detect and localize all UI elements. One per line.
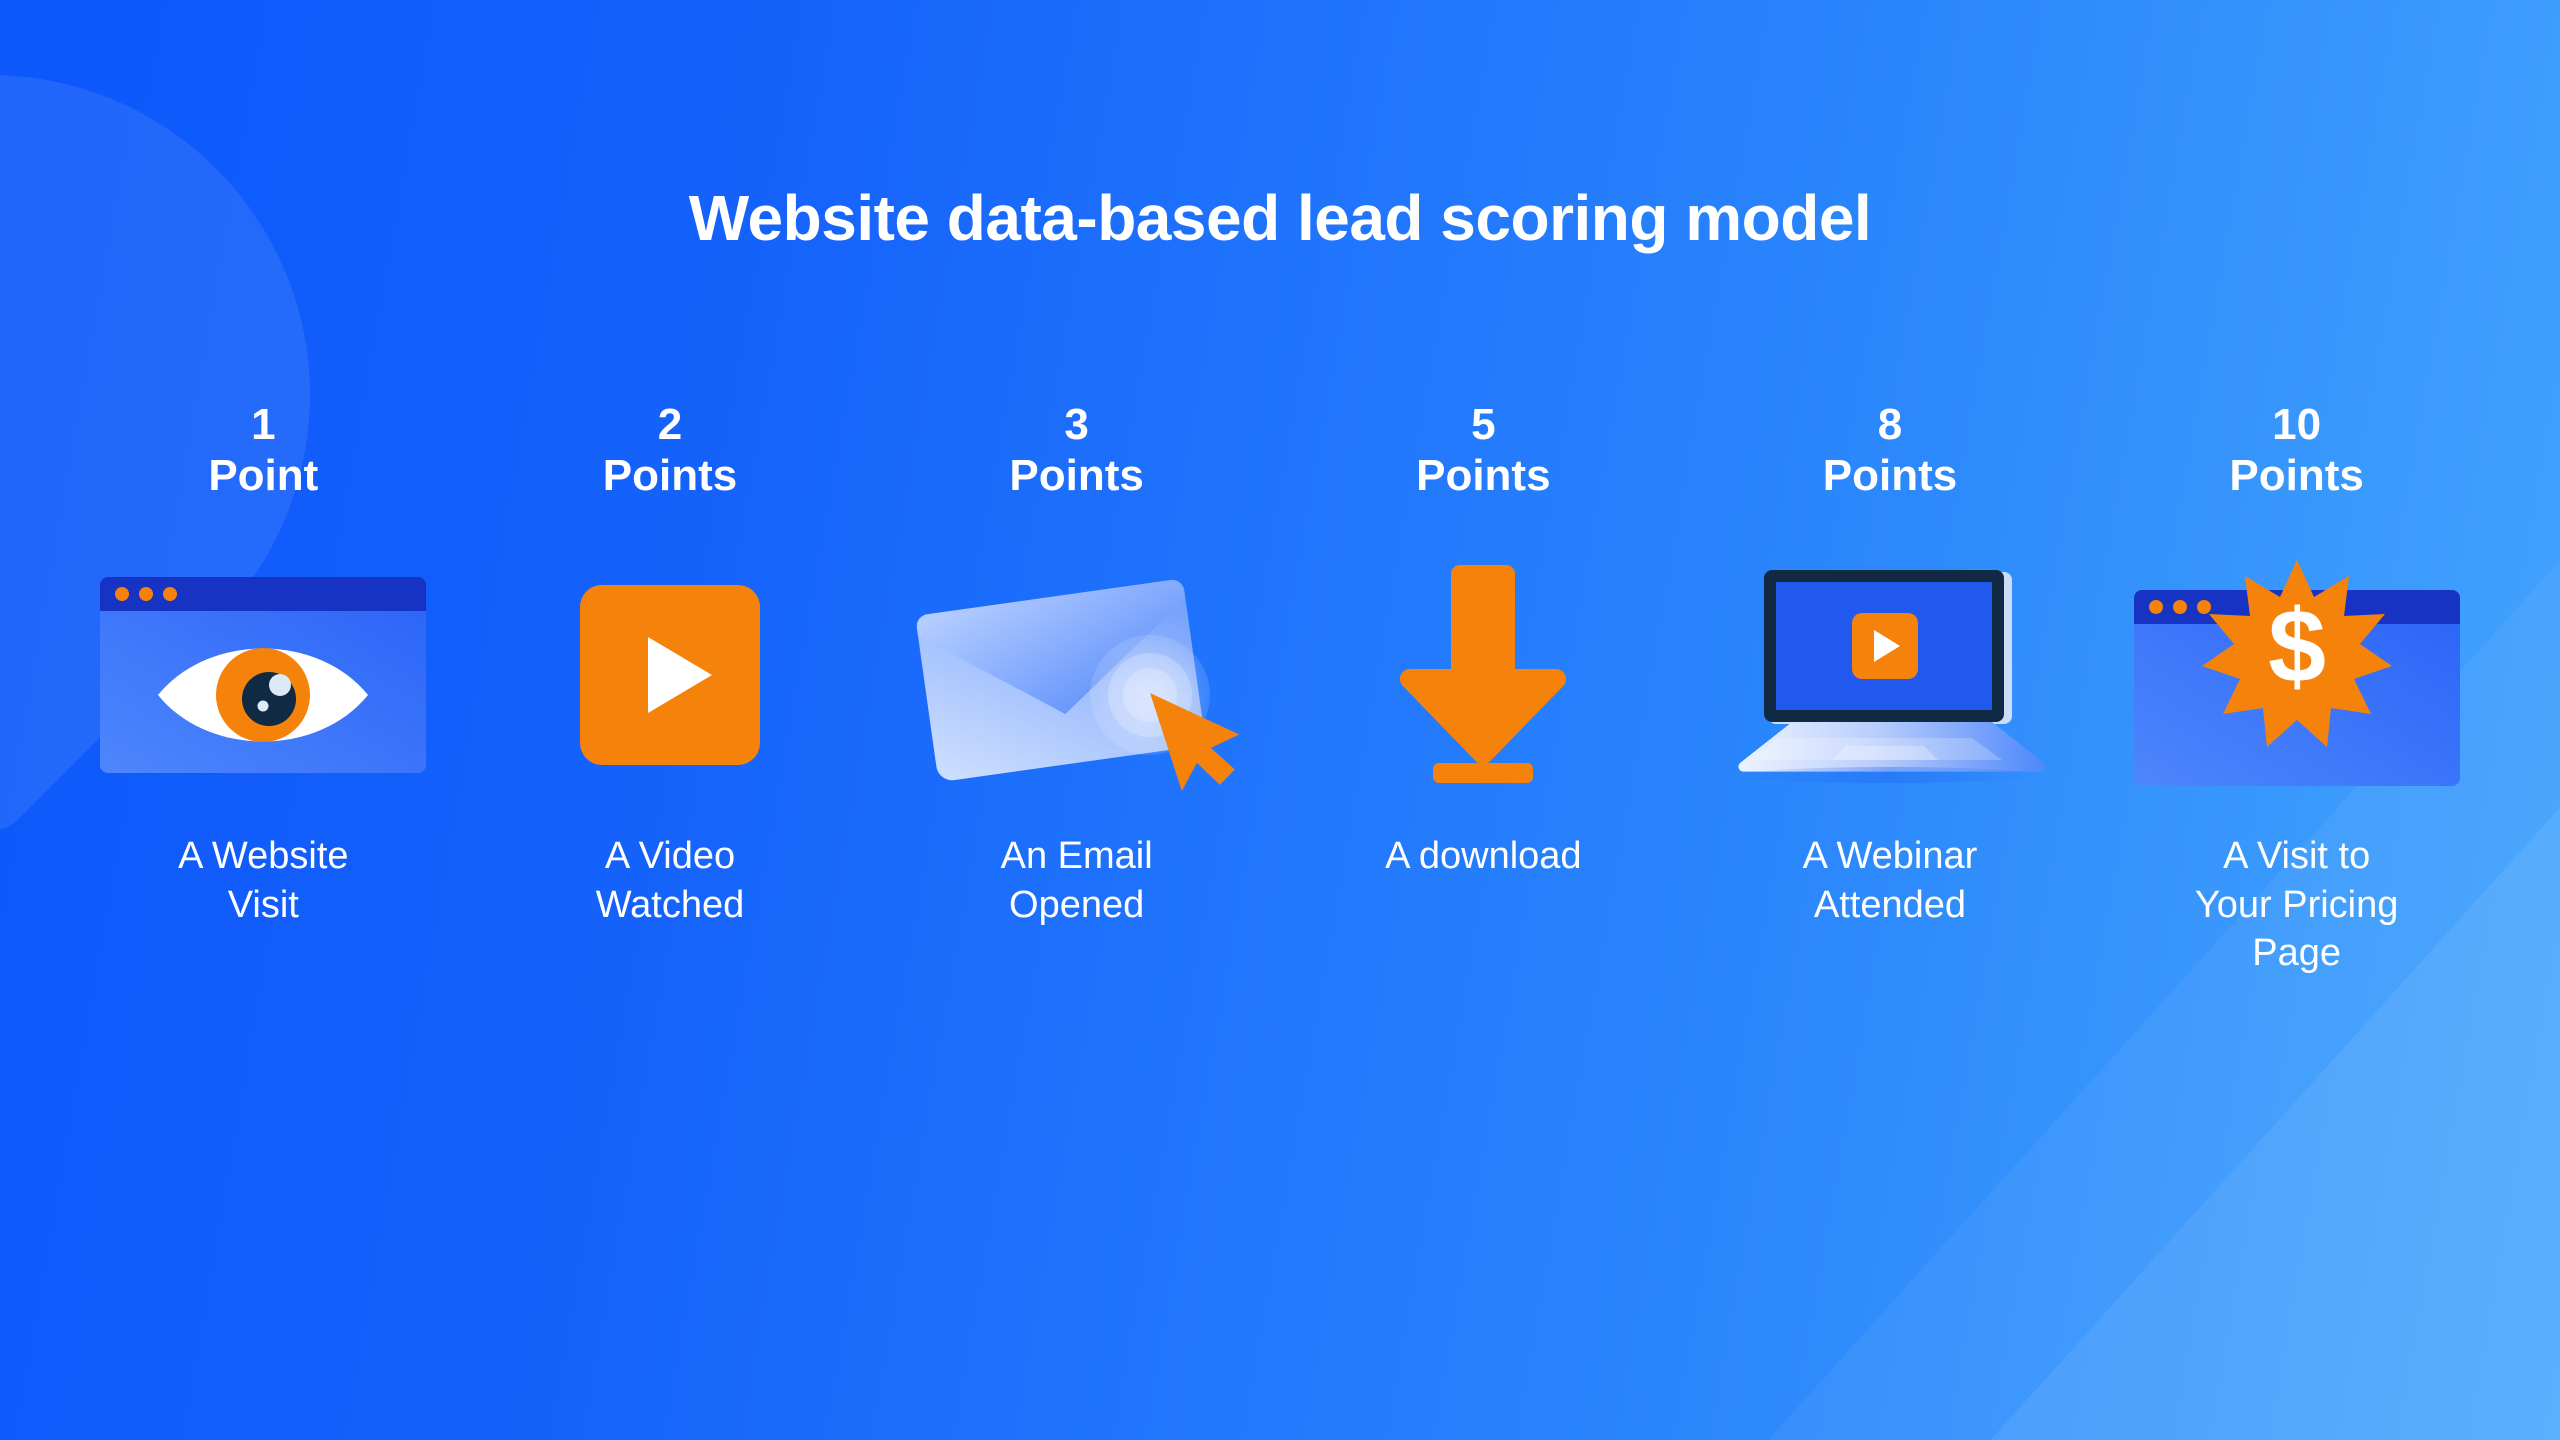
scoring-column-website-visit: 1 Point A Website Visit — [60, 400, 467, 978]
activity-caption: An Email Opened — [1000, 835, 1153, 926]
play-button-icon — [579, 585, 760, 765]
points-number: 10 — [2272, 400, 2322, 449]
points-badge: 8 Points — [1823, 400, 1957, 530]
infographic-canvas: Website data-based lead scoring model 1 … — [0, 0, 2560, 1440]
points-number: 3 — [1064, 400, 1089, 449]
points-number: 1 — [251, 400, 276, 449]
envelope-click-icon — [916, 579, 1239, 791]
points-label: Points — [1822, 450, 1958, 500]
points-label: Point — [208, 450, 319, 500]
activity-caption: A Visit to Your Pricing Page — [2194, 835, 2399, 975]
scoring-column-pricing-page-visit: 10 Points $ A Visit to Your Pricing Page — [2093, 400, 2500, 978]
activity-caption: A download — [1385, 835, 1582, 877]
icon-stage — [1687, 530, 2094, 820]
svg-text:$: $ — [2268, 589, 2326, 705]
icon-stage — [60, 530, 467, 820]
points-badge: 1 Point — [208, 400, 318, 530]
page-title: Website data-based lead scoring model — [688, 182, 1872, 254]
points-label: Points — [1416, 450, 1551, 500]
points-badge: 10 Points — [2229, 400, 2363, 530]
icon-stage — [467, 530, 874, 820]
scoring-column-webinar-attended: 8 Points A Webinar Attended — [1687, 400, 2094, 978]
browser-dollar-burst-icon: $ — [2133, 560, 2460, 786]
icon-stage: $ — [2093, 530, 2500, 820]
download-arrow-icon — [1400, 565, 1567, 783]
icon-stage — [873, 530, 1280, 820]
points-label: Points — [1009, 450, 1144, 500]
scoring-column-download: 5 Points A download — [1280, 400, 1687, 978]
activity-caption: A Video Watched — [595, 835, 745, 926]
points-label: Points — [602, 450, 738, 500]
points-label: Points — [2229, 450, 2364, 500]
scoring-column-email-opened: 3 Points An Email Opened — [873, 400, 1280, 978]
activity-caption: A Webinar Attended — [1802, 835, 1978, 926]
points-number: 8 — [1877, 400, 1903, 449]
scoring-column-video-watched: 2 Points A Video Watched — [467, 400, 874, 978]
browser-eye-icon — [100, 577, 427, 773]
points-badge: 5 Points — [1416, 400, 1550, 530]
points-number: 5 — [1471, 400, 1496, 449]
laptop-play-icon — [1738, 569, 2046, 783]
points-number: 2 — [657, 400, 683, 449]
points-badge: 3 Points — [1009, 400, 1143, 530]
points-badge: 2 Points — [603, 400, 737, 530]
icon-stage — [1280, 530, 1687, 820]
scoring-columns: 1 Point A Website Visit 2 Points A Video… — [60, 400, 2500, 978]
activity-caption: A Website Visit — [178, 835, 349, 926]
